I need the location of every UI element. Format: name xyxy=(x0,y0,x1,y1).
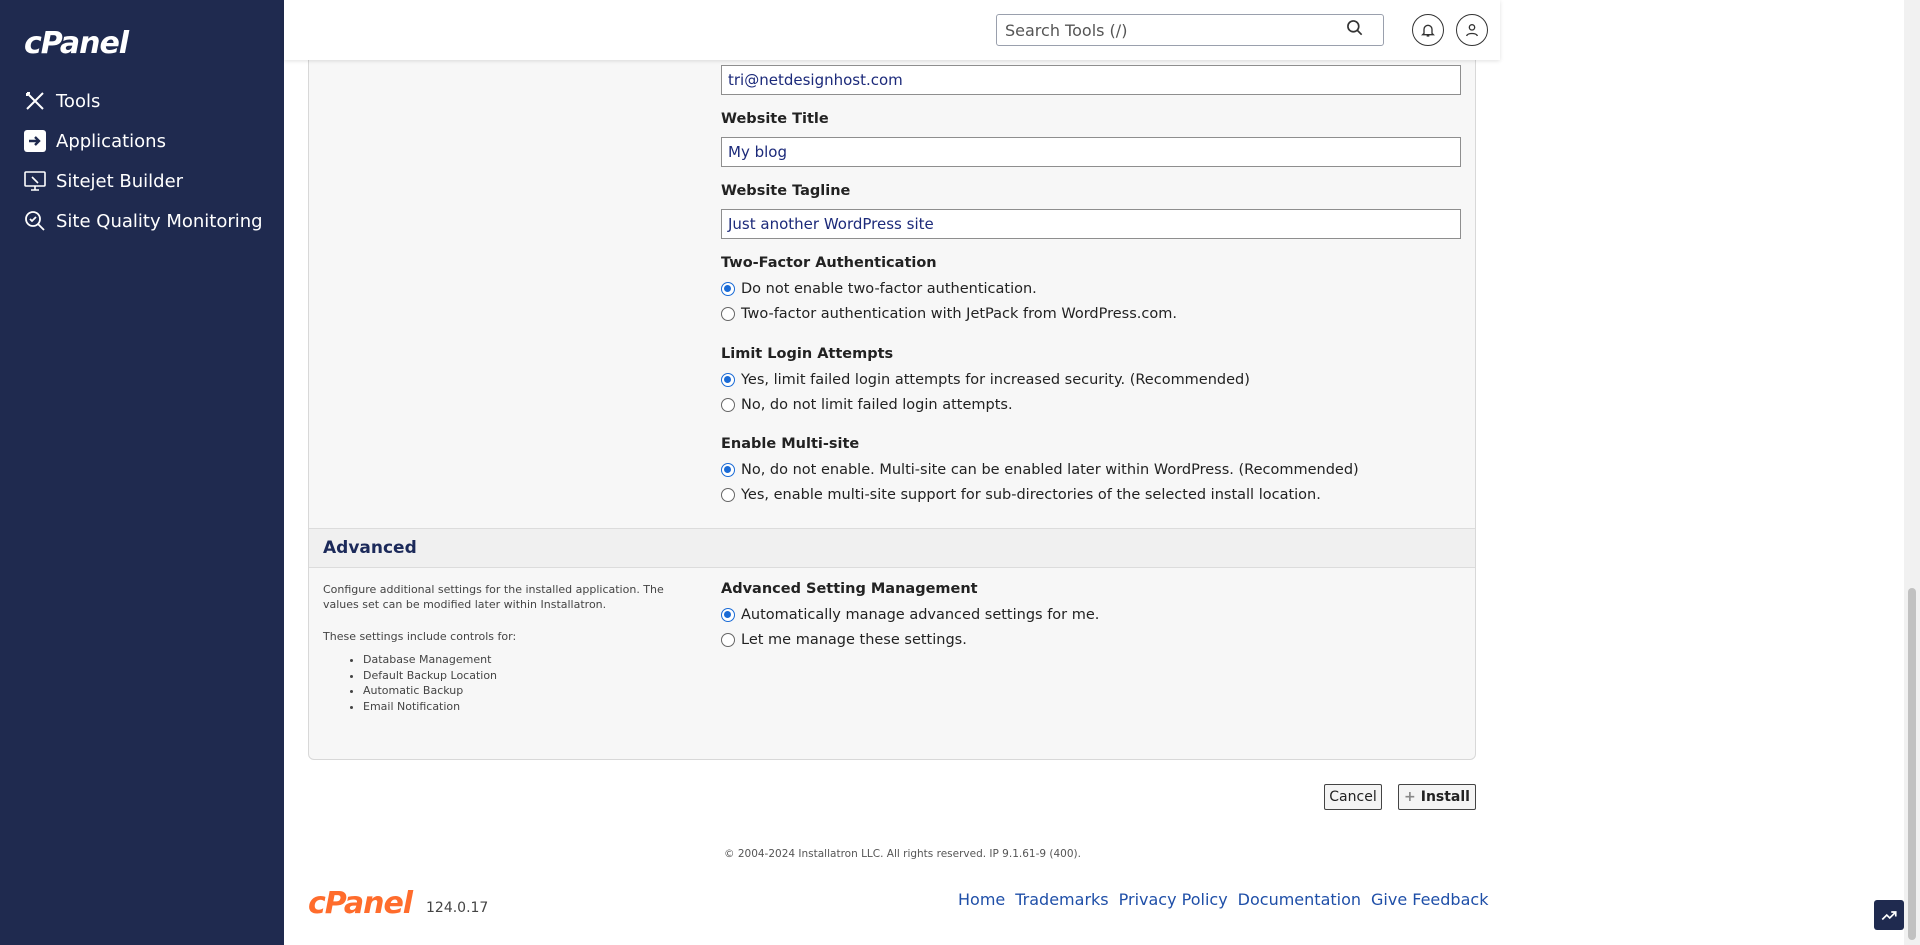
sidebar-item-sitejet[interactable]: Sitejet Builder xyxy=(22,165,183,197)
website-tagline-field[interactable]: Just another WordPress site xyxy=(721,209,1461,239)
radio-label: Let me manage these settings. xyxy=(741,632,967,648)
footer-link-privacy-policy[interactable]: Privacy Policy xyxy=(1119,890,1228,909)
sidebar: cPanel Tools Applications Sitejet Builde… xyxy=(0,0,284,945)
footer-links: Home Trademarks Privacy Policy Documenta… xyxy=(958,890,1488,909)
main-content: tri@netdesignhost.com Website Title My b… xyxy=(284,0,1904,945)
advanced-management-label: Advanced Setting Management xyxy=(721,581,978,597)
multisite-label: Enable Multi-site xyxy=(721,436,860,452)
sidebar-item-site-quality[interactable]: Site Quality Monitoring xyxy=(22,205,263,237)
notifications-button[interactable] xyxy=(1412,14,1444,46)
copyright-text: © 2004-2024 Installatron LLC. All rights… xyxy=(724,848,1081,860)
website-title-field[interactable]: My blog xyxy=(721,137,1461,167)
radio-label: Yes, enable multi-site support for sub-d… xyxy=(741,487,1321,503)
bell-icon xyxy=(1421,24,1435,37)
radio-label: No, do not enable. Multi-site can be ena… xyxy=(741,462,1359,478)
list-item: Database Management xyxy=(363,652,683,668)
user-menu-button[interactable] xyxy=(1456,14,1488,46)
top-bar xyxy=(284,0,1500,60)
multisite-option-no[interactable]: No, do not enable. Multi-site can be ena… xyxy=(721,462,1359,478)
advanced-option-manual[interactable]: Let me manage these settings. xyxy=(721,632,967,648)
search-box[interactable] xyxy=(996,14,1384,46)
website-tagline-label: Website Tagline xyxy=(721,183,851,199)
search-icon[interactable] xyxy=(1345,18,1365,42)
sitejet-icon xyxy=(22,168,48,194)
trend-chart-icon xyxy=(1881,911,1897,921)
footer-link-documentation[interactable]: Documentation xyxy=(1238,890,1361,909)
advanced-controls-intro: These settings include controls for: xyxy=(323,630,517,643)
install-form-panel: tri@netdesignhost.com Website Title My b… xyxy=(308,40,1476,760)
radio-label: Yes, limit failed login attempts for inc… xyxy=(741,372,1250,388)
applications-icon xyxy=(22,128,48,154)
version-text: 124.0.17 xyxy=(426,900,489,916)
radio-button[interactable] xyxy=(721,373,735,387)
search-input[interactable] xyxy=(1005,20,1345,40)
sidebar-item-applications[interactable]: Applications xyxy=(22,125,166,157)
vertical-scrollbar[interactable] xyxy=(1904,0,1920,945)
limit-login-option-no[interactable]: No, do not limit failed login attempts. xyxy=(721,397,1013,413)
limit-login-option-yes[interactable]: Yes, limit failed login attempts for inc… xyxy=(721,372,1250,388)
radio-label: Do not enable two-factor authentication. xyxy=(741,281,1037,297)
radio-button[interactable] xyxy=(721,608,735,622)
advanced-controls-list: Database Management Default Backup Locat… xyxy=(323,652,683,714)
cancel-button[interactable]: Cancel xyxy=(1324,784,1382,810)
sidebar-item-label: Tools xyxy=(56,90,101,112)
advanced-controls: These settings include controls for: Dat… xyxy=(323,629,683,714)
website-title-label: Website Title xyxy=(721,111,829,127)
radio-button[interactable] xyxy=(721,488,735,502)
radio-button[interactable] xyxy=(721,398,735,412)
footer-link-trademarks[interactable]: Trademarks xyxy=(1015,890,1108,909)
list-item: Email Notification xyxy=(363,699,683,715)
advanced-option-auto[interactable]: Automatically manage advanced settings f… xyxy=(721,607,1099,623)
footer-link-give-feedback[interactable]: Give Feedback xyxy=(1371,890,1488,909)
sidebar-item-label: Site Quality Monitoring xyxy=(56,210,263,232)
radio-button[interactable] xyxy=(721,463,735,477)
footer-link-home[interactable]: Home xyxy=(958,890,1005,909)
tools-icon xyxy=(22,88,48,114)
radio-button[interactable] xyxy=(721,282,735,296)
limit-login-label: Limit Login Attempts xyxy=(721,346,894,362)
advanced-description: Configure additional settings for the in… xyxy=(323,583,664,611)
cpanel-logo[interactable]: cPanel xyxy=(24,26,129,61)
scrollbar-thumb[interactable] xyxy=(1908,588,1916,940)
radio-label: Automatically manage advanced settings f… xyxy=(741,607,1100,623)
admin-email-field[interactable]: tri@netdesignhost.com xyxy=(721,65,1461,95)
list-item: Default Backup Location xyxy=(363,668,683,684)
sidebar-item-label: Applications xyxy=(56,130,166,152)
install-button[interactable]: + Install xyxy=(1398,784,1476,810)
two-factor-option-disable[interactable]: Do not enable two-factor authentication. xyxy=(721,281,1037,297)
multisite-option-yes[interactable]: Yes, enable multi-site support for sub-d… xyxy=(721,487,1321,503)
two-factor-option-jetpack[interactable]: Two-factor authentication with JetPack f… xyxy=(721,306,1177,322)
advanced-section-title: Advanced xyxy=(323,538,417,558)
radio-label: Two-factor authentication with JetPack f… xyxy=(741,306,1177,322)
radio-button[interactable] xyxy=(721,307,735,321)
two-factor-label: Two-Factor Authentication xyxy=(721,255,937,271)
analytics-widget-button[interactable] xyxy=(1874,900,1904,930)
plus-icon: + xyxy=(1404,789,1416,805)
sidebar-item-label: Sitejet Builder xyxy=(56,170,184,192)
radio-label: No, do not limit failed login attempts. xyxy=(741,397,1013,413)
advanced-section-header[interactable]: Advanced xyxy=(309,528,1475,568)
footer-cpanel-logo: cPanel xyxy=(308,886,413,921)
install-button-label: Install xyxy=(1420,789,1470,805)
site-quality-icon xyxy=(22,208,48,234)
list-item: Automatic Backup xyxy=(363,683,683,699)
user-icon xyxy=(1466,24,1478,37)
radio-button[interactable] xyxy=(721,633,735,647)
sidebar-item-tools[interactable]: Tools xyxy=(22,85,100,117)
